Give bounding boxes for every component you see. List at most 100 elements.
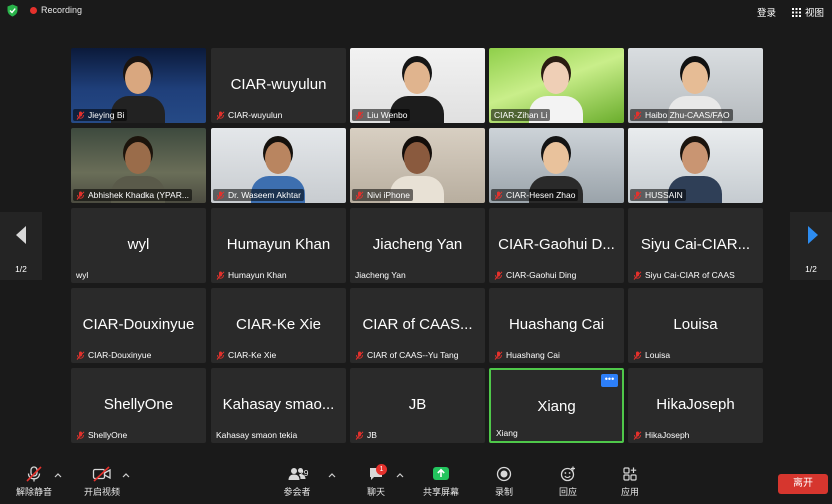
unmute-button[interactable]: 解除静音 bbox=[14, 466, 54, 498]
shield-icon[interactable] bbox=[7, 4, 18, 17]
participant-name-text: CIAR-Hesen Zhao bbox=[506, 190, 576, 200]
participant-display-name: CIAR-wuyulun bbox=[230, 76, 327, 93]
muted-mic-icon bbox=[355, 190, 364, 200]
participant-name-label: CIAR-Douxinyue bbox=[73, 349, 154, 361]
participant-tile[interactable]: Xiang Xiang ••• bbox=[489, 368, 624, 443]
participant-tile[interactable]: wyl wyl bbox=[71, 208, 206, 283]
participant-name-text: CIAR-Zihan Li bbox=[494, 110, 548, 120]
participant-display-name: Siyu Cai-CIAR... bbox=[640, 236, 751, 253]
participant-tile[interactable]: CIAR-Gaohui D... CIAR-Gaohui Ding bbox=[489, 208, 624, 283]
muted-mic-icon bbox=[633, 350, 642, 360]
participant-name-label: JB bbox=[352, 429, 380, 441]
record-button[interactable]: 录制 bbox=[490, 466, 518, 498]
participant-tile[interactable]: Jiacheng Yan Jiacheng Yan bbox=[350, 208, 485, 283]
muted-mic-icon bbox=[76, 110, 85, 120]
start-video-label: 开启视频 bbox=[83, 487, 120, 497]
participants-button[interactable]: 29 参会者 bbox=[280, 466, 314, 498]
participant-name-label: Dr. Waseem Akhtar bbox=[213, 189, 304, 201]
participant-tile[interactable]: Humayun Khan Humayun Khan bbox=[211, 208, 346, 283]
chevron-up-icon[interactable] bbox=[122, 472, 130, 478]
participant-name-label: Xiang bbox=[493, 427, 521, 439]
chat-button[interactable]: 1 聊天 bbox=[362, 464, 390, 498]
participant-name-text: Siyu Cai-CIAR of CAAS bbox=[645, 270, 735, 280]
participant-tile[interactable]: CIAR-Ke Xie CIAR-Ke Xie bbox=[211, 288, 346, 363]
recording-dot-icon bbox=[30, 6, 37, 14]
muted-mic-icon bbox=[633, 430, 642, 440]
start-video-button[interactable]: 开启视频 bbox=[82, 466, 122, 498]
muted-mic-icon bbox=[633, 110, 642, 120]
next-page-button[interactable]: 1/2 bbox=[790, 212, 832, 280]
muted-mic-icon bbox=[216, 190, 225, 200]
share-screen-icon bbox=[433, 467, 449, 480]
participant-tile[interactable]: Liu Wenbo bbox=[350, 48, 485, 123]
participant-tile[interactable]: HikaJoseph HikaJoseph bbox=[628, 368, 763, 443]
participant-name-text: HUSSAIN bbox=[645, 190, 683, 200]
more-icon[interactable]: ••• bbox=[601, 374, 618, 387]
login-button[interactable]: 登录 bbox=[757, 5, 776, 19]
share-screen-button[interactable]: 共享屏幕 bbox=[420, 466, 462, 498]
participant-tile[interactable]: CIAR-wuyulun CIAR-wuyulun bbox=[211, 48, 346, 123]
participant-tile[interactable]: CIAR-Douxinyue CIAR-Douxinyue bbox=[71, 288, 206, 363]
apps-button[interactable]: 应用 bbox=[616, 466, 644, 498]
participant-name-text: Louisa bbox=[645, 350, 671, 360]
participant-display-name: Humayun Khan bbox=[226, 236, 331, 253]
recording-indicator[interactable]: Recording bbox=[30, 5, 82, 15]
muted-mic-icon bbox=[26, 466, 42, 482]
grid-view-icon bbox=[792, 7, 801, 17]
participant-tile[interactable]: Louisa Louisa bbox=[628, 288, 763, 363]
muted-mic-icon bbox=[494, 190, 503, 200]
unmute-label: 解除静音 bbox=[15, 487, 52, 497]
view-button[interactable]: 视图 bbox=[792, 5, 824, 19]
participant-display-name: CIAR-Ke Xie bbox=[235, 316, 322, 333]
participant-tile[interactable]: Nivi iPhone bbox=[350, 128, 485, 203]
participant-name-text: HikaJoseph bbox=[645, 430, 690, 440]
participant-tile[interactable]: ShellyOne ShellyOne bbox=[71, 368, 206, 443]
muted-mic-icon bbox=[76, 190, 85, 200]
participant-display-name: Jiacheng Yan bbox=[372, 236, 463, 253]
share-screen-label: 共享屏幕 bbox=[422, 487, 459, 497]
participant-name-text: Xiang bbox=[496, 428, 518, 438]
participant-display-name: Huashang Cai bbox=[508, 316, 605, 333]
participant-name-label: CIAR-Gaohui Ding bbox=[491, 269, 579, 281]
participant-tile[interactable]: CIAR-Zihan Li bbox=[489, 48, 624, 123]
participant-tile[interactable]: Haibo Zhu-CAAS/FAO bbox=[628, 48, 763, 123]
reactions-icon bbox=[560, 466, 575, 482]
participant-name-label: Siyu Cai-CIAR of CAAS bbox=[630, 269, 738, 281]
participant-tile[interactable]: Abhishek Khadka (YPAR... bbox=[71, 128, 206, 203]
participant-name-text: wyl bbox=[76, 270, 89, 280]
apps-icon bbox=[623, 467, 637, 481]
reactions-button[interactable]: 回应 bbox=[554, 466, 582, 498]
previous-page-button[interactable]: 1/2 bbox=[0, 212, 42, 280]
participant-name-text: Jieying Bi bbox=[88, 110, 125, 120]
participant-name-text: CIAR-Gaohui Ding bbox=[506, 270, 577, 280]
chat-label: 聊天 bbox=[366, 487, 385, 497]
participant-tile[interactable]: JB JB bbox=[350, 368, 485, 443]
participant-tile[interactable]: Dr. Waseem Akhtar bbox=[211, 128, 346, 203]
participant-tile[interactable]: Siyu Cai-CIAR... Siyu Cai-CIAR of CAAS bbox=[628, 208, 763, 283]
participant-display-name: CIAR-Douxinyue bbox=[82, 316, 195, 333]
participant-display-name: Louisa bbox=[673, 316, 718, 333]
participant-name-label: CIAR-Zihan Li bbox=[491, 109, 551, 121]
participant-display-name: Xiang bbox=[537, 398, 576, 415]
participant-tile[interactable]: Huashang Cai Huashang Cai bbox=[489, 288, 624, 363]
participant-display-name: wyl bbox=[127, 236, 150, 253]
participant-name-label: CIAR-Ke Xie bbox=[213, 349, 279, 361]
participant-name-text: CIAR of CAAS--Yu Tang bbox=[367, 350, 459, 360]
participant-tile[interactable]: CIAR-Hesen Zhao bbox=[489, 128, 624, 203]
participant-name-label: CIAR of CAAS--Yu Tang bbox=[352, 349, 462, 361]
muted-mic-icon bbox=[633, 190, 642, 200]
participant-tile[interactable]: Kahasay smao... Kahasay smaon tekia bbox=[211, 368, 346, 443]
chevron-up-icon[interactable] bbox=[54, 472, 62, 478]
participant-display-name: CIAR of CAAS... bbox=[362, 316, 473, 333]
participant-name-text: ShellyOne bbox=[88, 430, 128, 440]
chevron-up-icon[interactable] bbox=[328, 472, 336, 478]
chevron-up-icon[interactable] bbox=[396, 472, 404, 478]
participant-name-text: CIAR-Douxinyue bbox=[88, 350, 152, 360]
muted-mic-icon bbox=[76, 430, 85, 440]
participant-tile[interactable]: HUSSAIN bbox=[628, 128, 763, 203]
chevron-right-icon bbox=[808, 226, 818, 244]
leave-meeting-button[interactable]: 离开 bbox=[778, 474, 828, 494]
participant-tile[interactable]: Jieying Bi bbox=[71, 48, 206, 123]
participant-tile[interactable]: CIAR of CAAS... CIAR of CAAS--Yu Tang bbox=[350, 288, 485, 363]
muted-mic-icon bbox=[216, 270, 225, 280]
